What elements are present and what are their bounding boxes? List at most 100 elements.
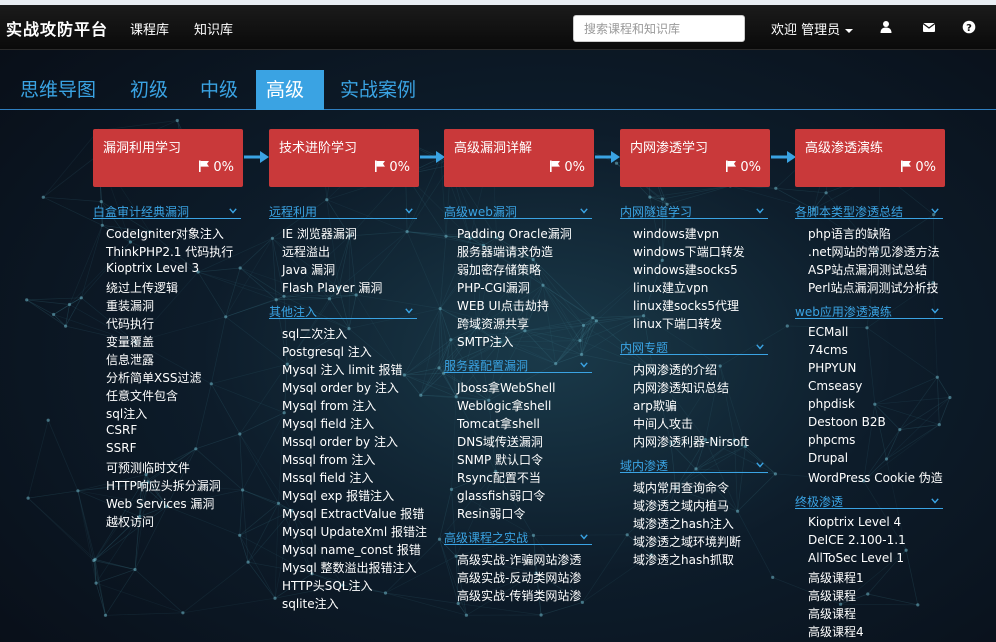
- course-item[interactable]: Destoon B2B: [808, 415, 886, 429]
- tab-advanced[interactable]: 高级: [256, 70, 324, 110]
- course-item[interactable]: 内网渗透的介绍: [633, 361, 717, 378]
- course-item[interactable]: 绕过上传逻辑: [106, 279, 178, 296]
- stage-box-2[interactable]: 技术进阶学习 0%: [269, 129, 419, 187]
- course-item[interactable]: Drupal: [808, 451, 848, 465]
- course-item[interactable]: 高级课程: [808, 587, 856, 604]
- course-item[interactable]: 内网渗透利器-Nirsoft: [633, 433, 749, 450]
- course-item[interactable]: glassfish弱口令: [457, 487, 545, 504]
- category-header[interactable]: 各脚本类型渗透总结: [795, 203, 943, 219]
- brand-logo[interactable]: 实战攻防平台: [6, 16, 108, 40]
- category-header[interactable]: 高级课程之实战: [444, 529, 592, 545]
- user-menu-toggle[interactable]: 欢迎 管理员: [771, 19, 854, 38]
- course-item[interactable]: CSRF: [106, 423, 137, 437]
- course-item[interactable]: Mysql exp 报错注入: [282, 487, 394, 504]
- category-header[interactable]: 白盒审计经典漏洞: [93, 203, 241, 219]
- course-item[interactable]: Mysql ExtractValue 报错: [282, 505, 424, 522]
- course-item[interactable]: SMTP注入: [457, 333, 514, 350]
- course-item[interactable]: WordPress Cookie 伪造: [808, 469, 943, 486]
- course-item[interactable]: Mysql UpdateXml 报错注: [282, 523, 427, 540]
- course-item[interactable]: PHPYUN: [808, 361, 856, 375]
- course-item[interactable]: 重装漏洞: [106, 297, 154, 314]
- course-item[interactable]: Perl站点漏洞测试分析技: [808, 279, 938, 296]
- course-item[interactable]: IE 浏览器漏洞: [282, 225, 357, 242]
- course-item[interactable]: Resin弱口令: [457, 505, 525, 522]
- course-item[interactable]: Mssql order by 注入: [282, 433, 398, 450]
- category-header[interactable]: 高级web漏洞: [444, 203, 592, 219]
- course-item[interactable]: SSRF: [106, 441, 136, 455]
- course-item[interactable]: PHP-CGI漏洞: [457, 279, 530, 296]
- category-header[interactable]: 远程利用: [269, 203, 417, 219]
- course-item[interactable]: sql注入: [106, 405, 147, 422]
- course-item[interactable]: Tomcat拿shell: [457, 415, 540, 432]
- course-item[interactable]: 弱加密存储策略: [457, 261, 541, 278]
- course-item[interactable]: arp欺骗: [633, 397, 677, 414]
- tab-beginner[interactable]: 初级: [120, 70, 178, 110]
- course-item[interactable]: Mysql order by 注入: [282, 379, 399, 396]
- course-item[interactable]: ASP站点漏洞测试总结: [808, 261, 927, 278]
- course-item[interactable]: 高级课程1: [808, 569, 864, 586]
- tab-intermediate[interactable]: 中级: [190, 70, 248, 110]
- course-item[interactable]: Kioptrix Level 4: [808, 515, 901, 529]
- stage-box-1[interactable]: 漏洞利用学习 0%: [93, 129, 243, 187]
- course-item[interactable]: Mssql field 注入: [282, 469, 373, 486]
- course-item[interactable]: Kioptrix Level 3: [106, 261, 199, 275]
- course-item[interactable]: Jboss拿WebShell: [457, 379, 555, 396]
- stage-box-5[interactable]: 高级渗透演练 0%: [795, 129, 945, 187]
- course-item[interactable]: Mysql name_const 报错: [282, 541, 421, 558]
- course-item[interactable]: Java 漏洞: [282, 261, 335, 278]
- course-item[interactable]: ThinkPHP2.1 代码执行: [106, 243, 233, 260]
- course-item[interactable]: 远程溢出: [282, 243, 330, 260]
- course-item[interactable]: CodeIgniter对象注入: [106, 225, 224, 242]
- course-item[interactable]: AllToSec Level 1: [808, 551, 904, 565]
- course-item[interactable]: linux建socks5代理: [633, 297, 739, 314]
- user-icon[interactable]: [879, 20, 893, 34]
- course-item[interactable]: 内网渗透知识总结: [633, 379, 729, 396]
- tab-mind-map[interactable]: 思维导图: [10, 70, 106, 110]
- course-item[interactable]: 中间人攻击: [633, 415, 693, 432]
- question-icon[interactable]: ?: [962, 20, 976, 34]
- course-item[interactable]: SNMP 默认口令: [457, 451, 543, 468]
- course-item[interactable]: DeICE 2.100-1.1: [808, 533, 906, 547]
- course-item[interactable]: windows建socks5: [633, 261, 738, 278]
- course-item[interactable]: Padding Oracle漏洞: [457, 225, 572, 242]
- envelope-icon[interactable]: [922, 20, 936, 34]
- course-item[interactable]: 域渗透之域内植马: [633, 497, 729, 514]
- nav-link-knowledge-base[interactable]: 知识库: [194, 19, 233, 38]
- course-item[interactable]: 高级实战-反动类网站渗: [457, 569, 581, 586]
- course-item[interactable]: Postgresql 注入: [282, 343, 372, 360]
- course-item[interactable]: Mysql 整数溢出报错注入: [282, 559, 416, 576]
- stage-box-3[interactable]: 高级漏洞详解 0%: [444, 129, 594, 187]
- course-item[interactable]: windows下端口转发: [633, 243, 745, 260]
- course-item[interactable]: 域内常用查询命令: [633, 479, 729, 496]
- category-header[interactable]: 内网隧道学习: [620, 203, 768, 219]
- course-item[interactable]: Mysql field 注入: [282, 415, 374, 432]
- category-header[interactable]: 终极渗透: [795, 493, 943, 509]
- course-item[interactable]: 域渗透之hash抓取: [633, 551, 734, 568]
- course-item[interactable]: windows建vpn: [633, 225, 719, 242]
- category-header[interactable]: 其他注入: [269, 303, 417, 319]
- category-header[interactable]: 内网专题: [620, 339, 768, 355]
- course-item[interactable]: Mssql from 注入: [282, 451, 375, 468]
- course-item[interactable]: WEB UI点击劫持: [457, 297, 549, 314]
- category-header[interactable]: web应用渗透演练: [795, 303, 943, 319]
- course-item[interactable]: 信息泄露: [106, 351, 154, 368]
- course-item[interactable]: 变量覆盖: [106, 333, 154, 350]
- course-item[interactable]: 代码执行: [106, 315, 154, 332]
- course-item[interactable]: 可预测临时文件: [106, 459, 190, 476]
- course-item[interactable]: 高级课程4: [808, 623, 864, 640]
- course-item[interactable]: Rsync配置不当: [457, 469, 541, 486]
- course-item[interactable]: Web Services 漏洞: [106, 495, 214, 512]
- course-item[interactable]: 任意文件包含: [106, 387, 178, 404]
- nav-link-course-library[interactable]: 课程库: [130, 19, 169, 38]
- stage-box-4[interactable]: 内网渗透学习 0%: [620, 129, 770, 187]
- course-item[interactable]: sql二次注入: [282, 325, 347, 342]
- course-item[interactable]: linux下端口转发: [633, 315, 722, 332]
- course-item[interactable]: 高级实战-传销类网站渗: [457, 587, 581, 604]
- tab-case-studies[interactable]: 实战案例: [330, 70, 426, 110]
- course-item[interactable]: HTTP响应头拆分漏洞: [106, 477, 221, 494]
- course-item[interactable]: 高级课程: [808, 605, 856, 622]
- course-item[interactable]: 服务器端请求伪造: [457, 243, 553, 260]
- course-item[interactable]: 越权访问: [106, 513, 154, 530]
- course-item[interactable]: 74cms: [808, 343, 848, 357]
- course-item[interactable]: HTTP头SQL注入: [282, 577, 372, 594]
